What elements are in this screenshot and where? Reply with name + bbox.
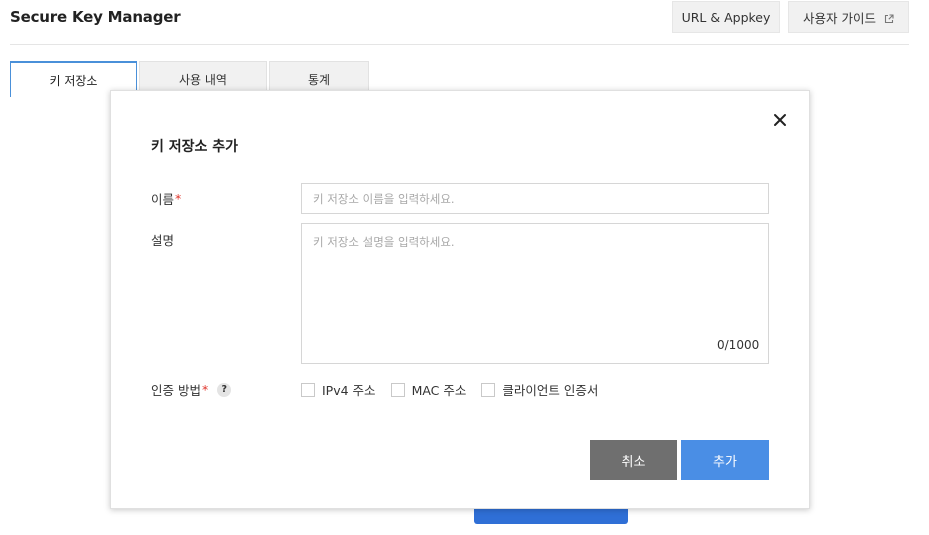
name-label-text: 이름 [151,192,175,207]
description-label: 설명 [151,230,174,249]
checkbox-label: MAC 주소 [411,383,467,398]
user-guide-button[interactable]: 사용자 가이드 [788,1,909,33]
cancel-button[interactable]: 취소 [590,440,677,480]
checkbox-box[interactable] [390,382,405,397]
description-textarea[interactable] [301,223,769,364]
tab-label: 사용 내역 [179,72,227,87]
checkbox-mac[interactable]: MAC 주소 [390,380,467,399]
auth-method-label-text: 인증 방법 [151,383,201,398]
add-key-store-dialog: 키 저장소 추가 이름* 설명 0/1000 인증 방법* ? IPv4 주소 … [110,90,810,509]
url-appkey-button[interactable]: URL & Appkey [672,1,780,33]
checkbox-label: 클라이언트 인증서 [502,383,599,398]
tab-label: 통계 [307,72,331,87]
checkbox-box[interactable] [301,382,315,397]
checkbox-box[interactable] [481,382,496,397]
checkbox-ipv4[interactable]: IPv4 주소 [301,380,376,399]
help-icon[interactable]: ? [217,382,232,397]
tab-label: 키 저장소 [49,73,98,88]
url-appkey-label: URL & Appkey [681,9,771,25]
checkbox-client-certificate[interactable]: 클라이언트 인증서 [481,380,598,399]
char-counter: 0/1000 [717,338,760,352]
required-mark: * [175,191,182,206]
name-label: 이름 * [151,189,181,208]
close-icon[interactable] [771,111,789,129]
description-label-text: 설명 [151,233,175,248]
dialog-title: 키 저장소 추가 [151,139,239,155]
add-button[interactable]: 추가 [681,440,769,480]
app-title: Secure Key Manager [10,8,181,26]
auth-method-label: 인증 방법 * ? [151,380,232,399]
required-mark: * [201,382,209,397]
user-guide-label: 사용자 가이드 [803,10,876,26]
name-input[interactable] [301,183,769,214]
checkbox-label: IPv4 주소 [322,383,376,398]
external-link-icon [884,12,894,24]
header-divider [10,44,909,45]
auth-method-options: IPv4 주소 MAC 주소 클라이언트 인증서 [301,380,598,399]
